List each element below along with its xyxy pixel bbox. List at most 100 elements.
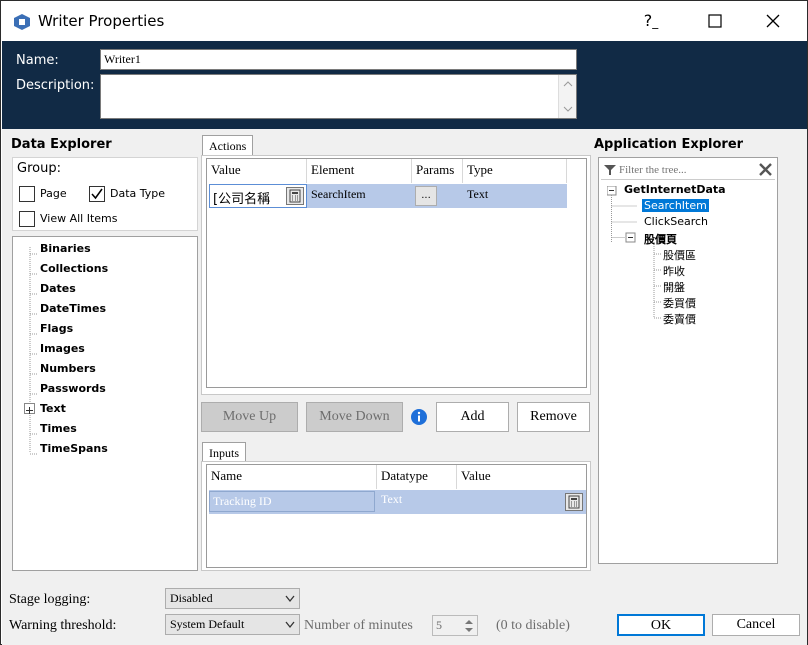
app-tree-root[interactable]: GetInternetData [624,183,726,196]
window-title: Writer Properties [38,12,165,30]
close-button[interactable] [759,9,787,33]
app-tree-group[interactable]: 股價頁 [644,231,677,247]
tree-item-collections[interactable]: Collections [40,262,108,275]
chevron-down-icon [285,621,295,629]
inputs-grid: Name Datatype Value Tracking ID Text [206,464,587,568]
checkmark-icon [91,188,103,200]
actions-col-value[interactable]: Value [207,159,307,183]
tree-item-numbers[interactable]: Numbers [40,362,96,375]
clear-filter-icon[interactable] [759,163,772,176]
info-icon[interactable] [410,408,428,426]
page-checkbox[interactable] [19,186,35,202]
minutes-stepper[interactable]: 5 [432,615,478,636]
minutes-hint: (0 to disable) [496,618,570,633]
writer-properties-window: Writer Properties ?_ Name: Writer1 Descr… [0,0,808,645]
cancel-button[interactable]: Cancel [712,614,800,636]
maximize-icon [708,14,722,28]
remove-button[interactable]: Remove [517,402,590,432]
name-label: Name: [16,53,59,68]
stage-logging-select[interactable]: Disabled [165,588,300,609]
data-type-tree: Binaries Collections Dates DateTimes Fla… [12,236,198,571]
view-all-checkbox-label: View All Items [40,212,118,225]
stepper-arrows-icon[interactable] [463,617,475,635]
app-explorer-title: Application Explorer [594,137,744,152]
data-explorer-title: Data Explorer [11,137,112,152]
help-icon: ? [643,11,653,30]
datatype-checkbox[interactable] [89,186,105,202]
tree-item-binaries[interactable]: Binaries [40,242,91,255]
close-icon [766,14,780,28]
action-type-cell: Text [467,187,489,201]
inputs-col-datatype[interactable]: Datatype [377,465,457,489]
inputs-panel: Name Datatype Value Tracking ID Text [201,461,591,571]
tree-item-flags[interactable]: Flags [40,322,73,335]
minutes-value: 5 [436,618,442,632]
description-label: Description: [16,78,95,93]
input-datatype-cell: Text [381,492,403,506]
description-field[interactable] [100,74,577,119]
page-checkbox-label: Page [40,187,67,200]
tree-item-datetimes[interactable]: DateTimes [40,302,106,315]
chevron-down-icon [285,595,295,603]
title-bar: Writer Properties ?_ [1,1,807,41]
app-tree-item-searchitem[interactable]: SearchItem [642,199,709,212]
action-value-text: [公司名稱 [213,192,271,207]
filter-icon [604,165,616,175]
inputs-row[interactable]: Tracking ID Text [209,490,586,514]
actions-col-params[interactable]: Params [412,159,463,183]
actions-panel: Value Element Params Type [公司名稱 SearchIt… [201,155,591,395]
datatype-checkbox-label: Data Type [110,187,166,200]
tree-item-passwords[interactable]: Passwords [40,382,106,395]
tree-item-timespans[interactable]: TimeSpans [40,442,108,455]
tab-inputs[interactable]: Inputs [202,442,246,463]
minutes-label: Number of minutes [304,618,413,633]
stage-logging-label: Stage logging: [9,592,91,607]
move-up-button[interactable]: Move Up [201,402,298,432]
input-calculator-icon[interactable] [565,493,583,511]
filter-bar [601,160,775,180]
app-explorer-panel: GetInternetData SearchItem ClickSearch 股… [598,157,778,564]
move-down-button[interactable]: Move Down [306,402,403,432]
actions-row[interactable]: [公司名稱 SearchItem ... Text [209,184,567,208]
tab-actions[interactable]: Actions [202,135,254,156]
action-value-cell[interactable]: [公司名稱 [209,184,307,208]
tree-item-dates[interactable]: Dates [40,282,76,295]
tree-item-images[interactable]: Images [40,342,85,355]
properties-header: Name: Writer1 Description: [2,41,807,129]
group-box: Group: Page Data Type View All Items [12,157,198,231]
ok-button[interactable]: OK [617,614,705,636]
action-element-cell: SearchItem [311,187,366,201]
help-button[interactable]: ?_ [637,9,665,33]
group-label: Group: [17,161,61,176]
warning-threshold-value: System Default [170,617,245,631]
actions-col-element[interactable]: Element [307,159,412,183]
tree-item-text[interactable]: Text [40,402,66,415]
add-button[interactable]: Add [436,402,509,432]
input-name-cell[interactable]: Tracking ID [209,491,375,512]
description-scrollbar[interactable] [558,75,576,118]
inputs-col-name[interactable]: Name [207,465,377,489]
params-button[interactable]: ... [415,186,437,206]
calculator-icon[interactable] [286,187,304,205]
app-tree-item-3[interactable]: 開盤 [663,279,685,295]
inputs-col-value[interactable]: Value [457,465,586,489]
stage-logging-value: Disabled [170,591,213,605]
app-tree-item-2[interactable]: 昨收 [663,263,685,279]
tree-lines [29,247,37,455]
warning-threshold-label: Warning threshold: [9,618,117,633]
tree-item-times[interactable]: Times [40,422,77,435]
actions-grid: Value Element Params Type [公司名稱 SearchIt… [206,158,587,388]
plus-icon [26,407,33,414]
app-tree-item-4[interactable]: 委買價 [663,295,696,311]
text-expand-button[interactable] [24,403,35,414]
app-tree-item-5[interactable]: 委賣價 [663,311,696,327]
view-all-checkbox[interactable] [19,211,35,227]
scroll-arrows-icon [563,81,573,112]
name-field[interactable]: Writer1 [100,49,577,70]
filter-input[interactable] [619,161,751,178]
actions-col-type[interactable]: Type [463,159,567,183]
app-tree-item-1[interactable]: 股價區 [663,247,696,263]
maximize-button[interactable] [701,9,729,33]
warning-threshold-select[interactable]: System Default [165,614,300,635]
app-tree-item-clicksearch[interactable]: ClickSearch [644,215,708,228]
